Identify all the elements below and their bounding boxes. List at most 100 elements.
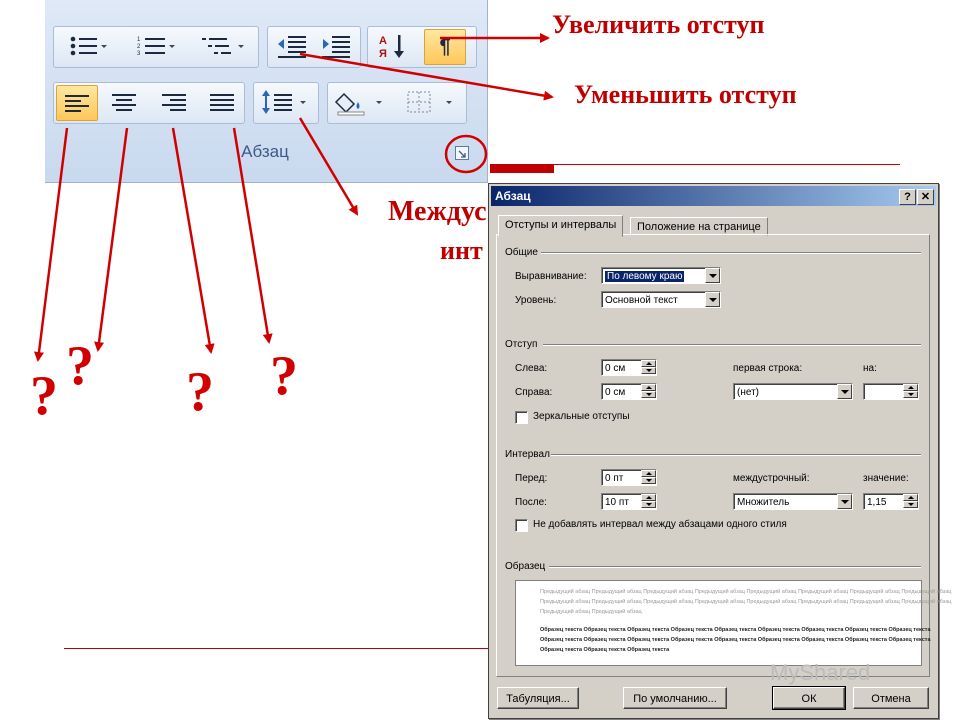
paragraph-dialog: Абзац ? ✕ Отступы и интервалы Положение …	[488, 183, 951, 719]
by-label: на:	[863, 363, 877, 374]
tab-indents-spacing[interactable]: Отступы и интервалы	[498, 215, 624, 237]
set-default-button[interactable]: По умолчанию...	[623, 687, 727, 709]
spin-down-icon[interactable]	[641, 501, 656, 508]
mirror-indents-checkbox[interactable]	[515, 411, 528, 424]
before-stepper[interactable]: 0 пт	[601, 469, 657, 486]
question-mark-4: ?	[270, 345, 298, 407]
spin-down-icon[interactable]	[903, 501, 918, 508]
sort-icon: AЯ	[379, 35, 404, 60]
list-buttons-group: 123	[53, 26, 259, 68]
decrease-indent-button[interactable]	[272, 29, 312, 63]
cancel-button[interactable]: Отмена	[853, 687, 929, 709]
show-marks-button[interactable]: ¶	[424, 29, 466, 65]
svg-text:Я: Я	[379, 48, 387, 60]
line-spacing-select[interactable]: Множитель	[733, 493, 853, 510]
question-mark-1: ?	[30, 365, 58, 427]
bullets-icon	[70, 36, 107, 56]
by-stepper[interactable]	[863, 383, 919, 400]
spin-down-icon[interactable]	[903, 391, 918, 398]
no-space-checkbox[interactable]	[515, 519, 528, 532]
right-indent-value: 0 см	[605, 387, 626, 398]
spacing-separator	[551, 454, 921, 456]
right-indent-stepper[interactable]: 0 см	[601, 383, 657, 400]
spin-up-icon[interactable]	[903, 384, 918, 391]
close-button[interactable]: ✕	[917, 189, 934, 205]
line-spacing-annotation-2: инт	[440, 236, 483, 265]
numbering-button[interactable]: 123	[126, 29, 184, 63]
level-value: Основной текст	[605, 295, 678, 306]
justify-button[interactable]	[202, 85, 242, 119]
dialog-launcher-button[interactable]	[455, 146, 469, 160]
first-line-label: первая строка:	[733, 363, 803, 374]
align-right-button[interactable]	[154, 85, 194, 119]
line-spacing-button[interactable]	[258, 85, 314, 119]
spacing-header: Интервал	[505, 449, 550, 460]
spin-up-icon[interactable]	[641, 470, 656, 477]
preview-prev-line: Предыдущий абзац Предыдущий абзац	[540, 609, 642, 615]
spin-up-icon[interactable]	[641, 494, 656, 501]
preview-sample-line: Образец текста Образец текста Образец те…	[540, 627, 931, 633]
slide-red-line	[490, 164, 554, 173]
level-select[interactable]: Основной текст	[601, 291, 721, 308]
line-spacing-label: междустрочный:	[733, 473, 810, 484]
watermark-logo: MyShared	[770, 660, 871, 685]
alignment-value: По левому краю	[605, 271, 685, 282]
indent-buttons-group	[267, 26, 361, 68]
dialog-title-bar[interactable]: Абзац ? ✕	[491, 186, 936, 206]
general-separator	[541, 252, 921, 254]
bullets-button[interactable]	[58, 29, 116, 63]
chevron-down-icon[interactable]	[705, 268, 720, 283]
chevron-down-icon[interactable]	[837, 494, 852, 509]
spin-up-icon[interactable]	[641, 384, 656, 391]
spin-down-icon[interactable]	[641, 367, 656, 374]
line-spacing-group	[253, 82, 319, 124]
question-mark-3: ?	[186, 361, 214, 423]
show-marks-icon: ¶	[439, 35, 451, 58]
alignment-select[interactable]: По левому краю	[601, 267, 721, 284]
multilevel-list-button[interactable]	[194, 29, 252, 63]
spin-down-icon[interactable]	[641, 477, 656, 484]
tabs-button[interactable]: Табуляция...	[497, 687, 579, 709]
ok-button[interactable]: ОК	[772, 686, 846, 710]
mirror-indents-label: Зеркальные отступы	[533, 411, 630, 422]
sort-button[interactable]: AЯ	[372, 29, 412, 63]
spin-up-icon[interactable]	[641, 360, 656, 367]
no-space-label: Не добавлять интервал между абзацами одн…	[533, 519, 787, 530]
ribbon-paragraph-group: 123 AЯ ¶ Абзац	[45, 0, 488, 183]
slide-thin-line	[554, 164, 900, 165]
slide-bottom-line	[64, 648, 488, 649]
line-spacing-annotation-1: Междус	[388, 196, 487, 227]
increase-indent-annotation: Увеличить отступ	[552, 10, 765, 39]
help-button[interactable]: ?	[899, 189, 916, 205]
after-stepper[interactable]: 10 пт	[601, 493, 657, 510]
preview-prev-line: Предыдущий абзац Предыдущий абзац Предыд…	[540, 599, 952, 605]
shading-button[interactable]	[332, 85, 392, 119]
indent-separator	[543, 344, 921, 346]
align-center-button[interactable]	[104, 85, 144, 119]
decrease-indent-annotation: Уменьшить отступ	[574, 80, 797, 109]
chevron-down-icon[interactable]	[837, 384, 852, 399]
after-value: 10 пт	[605, 497, 629, 508]
left-indent-stepper[interactable]: 0 см	[601, 359, 657, 376]
svg-text:A: A	[379, 35, 387, 47]
left-indent-label: Слева:	[515, 363, 548, 374]
borders-button[interactable]	[400, 85, 462, 119]
at-stepper[interactable]: 1,15	[863, 493, 919, 510]
multilevel-list-icon	[202, 38, 244, 54]
align-center-icon	[112, 91, 136, 114]
preview-header: Образец	[505, 561, 546, 572]
preview-prev-line: Предыдущий абзац Предыдущий абзац Предыд…	[540, 589, 952, 595]
first-line-select[interactable]: (нет)	[733, 383, 853, 400]
align-left-button[interactable]	[56, 85, 98, 121]
chevron-down-icon[interactable]	[705, 292, 720, 307]
spin-up-icon[interactable]	[903, 494, 918, 501]
increase-indent-icon	[322, 36, 350, 58]
alignment-label: Выравнивание:	[515, 271, 587, 282]
before-value: 0 пт	[605, 473, 624, 484]
spin-down-icon[interactable]	[641, 391, 656, 398]
preview-sample-line: Образец текста Образец текста Образец те…	[540, 647, 670, 653]
dialog-title: Абзац	[495, 189, 531, 203]
svg-text:3: 3	[137, 51, 141, 57]
increase-indent-button[interactable]	[316, 29, 356, 63]
left-indent-value: 0 см	[605, 363, 626, 374]
